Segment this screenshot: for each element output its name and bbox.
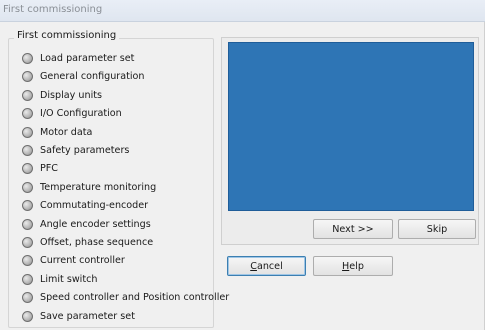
status-led-icon xyxy=(22,254,33,266)
step-pfc[interactable]: PFC xyxy=(22,160,58,176)
step-label: Commutating-encoder xyxy=(40,199,149,211)
status-led-icon xyxy=(22,236,33,248)
status-led-icon xyxy=(22,273,33,285)
step-current-controller[interactable]: Current controller xyxy=(22,252,125,268)
step-label: PFC xyxy=(40,162,59,174)
status-led-icon xyxy=(22,218,33,230)
status-led-icon xyxy=(22,144,33,156)
cancel-button[interactable]: Cancel xyxy=(227,256,306,276)
step-load-parameter-set[interactable]: Load parameter set xyxy=(22,50,134,66)
next-button[interactable]: Next >> xyxy=(313,219,393,239)
step-label: I/O Configuration xyxy=(40,107,122,119)
status-led-icon xyxy=(22,181,33,193)
step-save-parameter-set[interactable]: Save parameter set xyxy=(22,308,135,324)
step-display-units[interactable]: Display units xyxy=(22,87,102,103)
step-label: Safety parameters xyxy=(40,144,130,156)
step-label: Save parameter set xyxy=(40,310,135,322)
step-motor-data[interactable]: Motor data xyxy=(22,124,92,140)
status-led-icon xyxy=(22,89,33,101)
title-bar: First commissioning xyxy=(0,0,485,22)
step-temperature-monitoring[interactable]: Temperature monitoring xyxy=(22,179,156,195)
status-led-icon xyxy=(22,291,33,303)
step-speed-position-controller[interactable]: Speed controller and Position controller xyxy=(22,289,229,305)
help-button[interactable]: Help xyxy=(313,256,393,276)
status-led-icon xyxy=(22,107,33,119)
step-io-configuration[interactable]: I/O Configuration xyxy=(22,105,122,121)
window-title: First commissioning xyxy=(3,4,103,15)
step-label: Angle encoder settings xyxy=(40,218,151,230)
status-led-icon xyxy=(22,70,33,82)
preview-image xyxy=(228,42,474,211)
step-safety-parameters[interactable]: Safety parameters xyxy=(22,142,129,158)
step-label: Load parameter set xyxy=(40,52,135,64)
cancel-label-rest: ancel xyxy=(256,260,283,272)
step-general-configuration[interactable]: General configuration xyxy=(22,68,145,84)
step-label: General configuration xyxy=(40,70,145,82)
step-commutating-encoder[interactable]: Commutating-encoder xyxy=(22,197,148,213)
help-label-rest: elp xyxy=(349,260,364,272)
step-label: Offset, phase sequence xyxy=(40,236,154,248)
status-led-icon xyxy=(22,310,33,322)
status-led-icon xyxy=(22,126,33,138)
help-button-label: Help xyxy=(342,261,364,272)
status-led-icon xyxy=(22,52,33,64)
skip-button-label: Skip xyxy=(426,223,448,235)
step-label: Limit switch xyxy=(40,273,98,285)
first-commissioning-window: First commissioning First commissioning … xyxy=(0,0,485,330)
status-led-icon xyxy=(22,199,33,211)
step-angle-encoder-settings[interactable]: Angle encoder settings xyxy=(22,216,151,232)
steps-group-legend: First commissioning xyxy=(14,30,120,41)
step-label: Motor data xyxy=(40,126,93,138)
next-button-label: Next >> xyxy=(332,223,374,235)
skip-button[interactable]: Skip xyxy=(398,219,476,239)
step-limit-switch[interactable]: Limit switch xyxy=(22,271,97,287)
step-label: Current controller xyxy=(40,254,125,266)
cancel-mnemonic: C xyxy=(250,260,257,272)
cancel-button-label: Cancel xyxy=(250,261,283,272)
step-offset-phase-sequence[interactable]: Offset, phase sequence xyxy=(22,234,153,250)
step-label: Temperature monitoring xyxy=(40,181,157,193)
step-label: Display units xyxy=(40,89,102,101)
step-label: Speed controller and Position controller xyxy=(40,291,230,303)
status-led-icon xyxy=(22,162,33,174)
